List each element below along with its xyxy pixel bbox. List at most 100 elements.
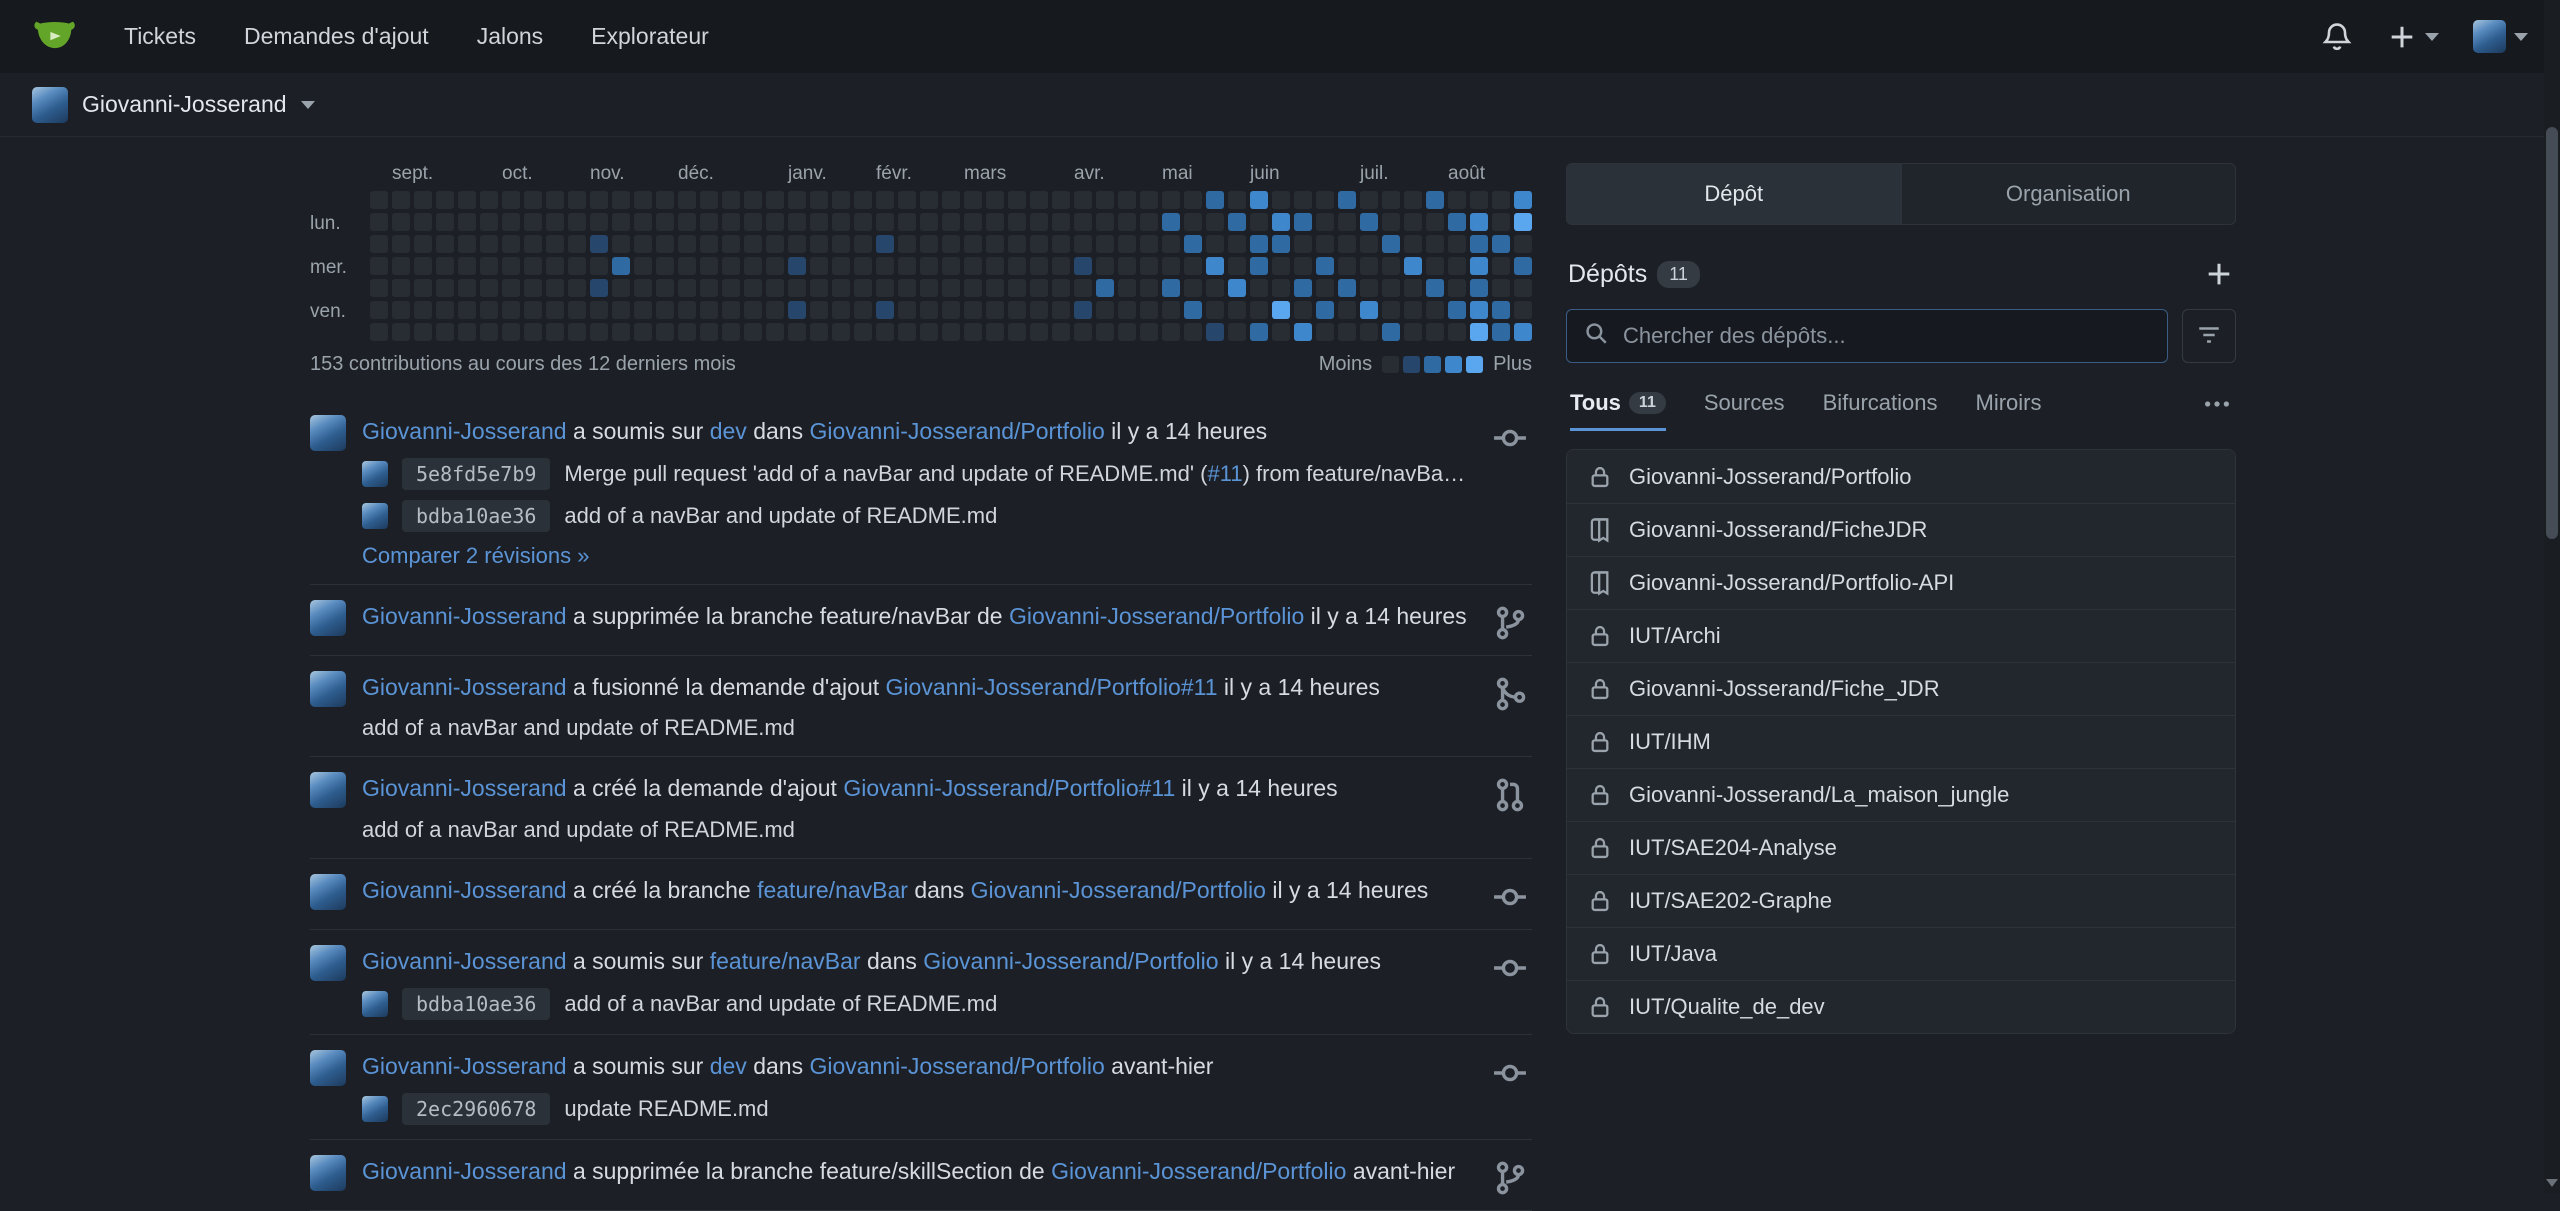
heatmap-cell[interactable]	[1338, 213, 1356, 231]
heatmap-cell[interactable]	[1338, 323, 1356, 341]
heatmap-cell[interactable]	[546, 323, 564, 341]
heatmap-cell[interactable]	[1162, 235, 1180, 253]
heatmap-cell[interactable]	[744, 257, 762, 275]
heatmap-cell[interactable]	[480, 279, 498, 297]
heatmap-cell[interactable]	[568, 191, 586, 209]
heatmap-cell[interactable]	[920, 323, 938, 341]
heatmap-cell[interactable]	[370, 191, 388, 209]
heatmap-cell[interactable]	[766, 279, 784, 297]
heatmap-cell[interactable]	[898, 279, 916, 297]
heatmap-cell[interactable]	[986, 323, 1004, 341]
heatmap-cell[interactable]	[1272, 301, 1290, 319]
heatmap-cell[interactable]	[1140, 213, 1158, 231]
heatmap-cell[interactable]	[1140, 257, 1158, 275]
heatmap-cell[interactable]	[810, 323, 828, 341]
heatmap-cell[interactable]	[1206, 235, 1224, 253]
heatmap-cell[interactable]	[612, 257, 630, 275]
heatmap-cell[interactable]	[1096, 323, 1114, 341]
heatmap-cell[interactable]	[744, 191, 762, 209]
heatmap-cell[interactable]	[964, 323, 982, 341]
text-link[interactable]: #11	[1208, 461, 1243, 486]
heatmap-cell[interactable]	[634, 323, 652, 341]
heatmap-cell[interactable]	[1118, 213, 1136, 231]
heatmap-cell[interactable]	[1052, 323, 1070, 341]
heatmap-cell[interactable]	[1272, 323, 1290, 341]
heatmap-cell[interactable]	[1404, 301, 1422, 319]
heatmap-cell[interactable]	[832, 279, 850, 297]
heatmap-cell[interactable]	[590, 279, 608, 297]
heatmap-cell[interactable]	[370, 257, 388, 275]
heatmap-cell[interactable]	[810, 301, 828, 319]
heatmap-cell[interactable]	[1514, 235, 1532, 253]
heatmap-cell[interactable]	[1382, 257, 1400, 275]
heatmap-cell[interactable]	[722, 257, 740, 275]
heatmap-cell[interactable]	[414, 279, 432, 297]
heatmap-cell[interactable]	[1316, 235, 1334, 253]
heatmap-cell[interactable]	[898, 191, 916, 209]
commit-hash-link[interactable]: bdba10ae36	[402, 988, 550, 1020]
heatmap-cell[interactable]	[678, 191, 696, 209]
heatmap-cell[interactable]	[1382, 301, 1400, 319]
heatmap-cell[interactable]	[590, 257, 608, 275]
heatmap-cell[interactable]	[414, 257, 432, 275]
heatmap-cell[interactable]	[876, 235, 894, 253]
text-link[interactable]: Giovanni-Josserand/Portfolio	[1009, 603, 1304, 629]
heatmap-cell[interactable]	[1272, 235, 1290, 253]
heatmap-cell[interactable]	[1140, 301, 1158, 319]
new-repo-button[interactable]	[2204, 259, 2234, 289]
heatmap-cell[interactable]	[854, 213, 872, 231]
heatmap-cell[interactable]	[920, 301, 938, 319]
caret-down-icon[interactable]	[301, 101, 315, 109]
heatmap-cell[interactable]	[942, 235, 960, 253]
heatmap-cell[interactable]	[1008, 191, 1026, 209]
text-link[interactable]: Giovanni-Josserand	[362, 418, 567, 444]
heatmap-cell[interactable]	[1162, 301, 1180, 319]
heatmap-cell[interactable]	[436, 257, 454, 275]
heatmap-cell[interactable]	[392, 301, 410, 319]
heatmap-cell[interactable]	[480, 213, 498, 231]
heatmap-cell[interactable]	[1008, 213, 1026, 231]
heatmap-cell[interactable]	[854, 323, 872, 341]
repo-list-item[interactable]: Giovanni-Josserand/FicheJDR	[1567, 503, 2235, 556]
heatmap-cell[interactable]	[1096, 279, 1114, 297]
commit-hash-link[interactable]: bdba10ae36	[402, 500, 550, 532]
heatmap-cell[interactable]	[942, 257, 960, 275]
repo-filter-button[interactable]	[2182, 309, 2236, 363]
heatmap-cell[interactable]	[590, 323, 608, 341]
commit-hash-link[interactable]: 2ec2960678	[402, 1093, 550, 1125]
filter-tabs-overflow-icon[interactable]	[2202, 389, 2232, 431]
heatmap-cell[interactable]	[1514, 323, 1532, 341]
text-link[interactable]: Giovanni-Josserand	[362, 1158, 567, 1184]
heatmap-cell[interactable]	[942, 213, 960, 231]
heatmap-cell[interactable]	[546, 191, 564, 209]
heatmap-cell[interactable]	[1250, 279, 1268, 297]
heatmap-cell[interactable]	[1250, 235, 1268, 253]
heatmap-cell[interactable]	[832, 213, 850, 231]
heatmap-cell[interactable]	[788, 301, 806, 319]
heatmap-cell[interactable]	[1382, 323, 1400, 341]
heatmap-cell[interactable]	[370, 279, 388, 297]
heatmap-cell[interactable]	[568, 279, 586, 297]
commit-hash-link[interactable]: 5e8fd5e7b9	[402, 458, 550, 490]
heatmap-cell[interactable]	[634, 191, 652, 209]
heatmap-cell[interactable]	[612, 301, 630, 319]
text-link[interactable]: Giovanni-Josserand	[362, 674, 567, 700]
heatmap-cell[interactable]	[964, 213, 982, 231]
activity-avatar[interactable]	[310, 415, 346, 451]
heatmap-cell[interactable]	[1228, 235, 1246, 253]
heatmap-cell[interactable]	[1184, 257, 1202, 275]
repo-list-item[interactable]: IUT/Archi	[1567, 609, 2235, 662]
heatmap-cell[interactable]	[370, 301, 388, 319]
heatmap-cell[interactable]	[1338, 191, 1356, 209]
scrollbar-thumb[interactable]	[2546, 127, 2558, 539]
heatmap-cell[interactable]	[678, 213, 696, 231]
heatmap-cell[interactable]	[1294, 235, 1312, 253]
heatmap-cell[interactable]	[1470, 191, 1488, 209]
heatmap-cell[interactable]	[480, 323, 498, 341]
heatmap-cell[interactable]	[524, 235, 542, 253]
heatmap-cell[interactable]	[436, 323, 454, 341]
heatmap-cell[interactable]	[1228, 213, 1246, 231]
heatmap-cell[interactable]	[1052, 191, 1070, 209]
heatmap-cell[interactable]	[920, 235, 938, 253]
text-link[interactable]: Giovanni-Josserand/Portfolio	[923, 948, 1218, 974]
